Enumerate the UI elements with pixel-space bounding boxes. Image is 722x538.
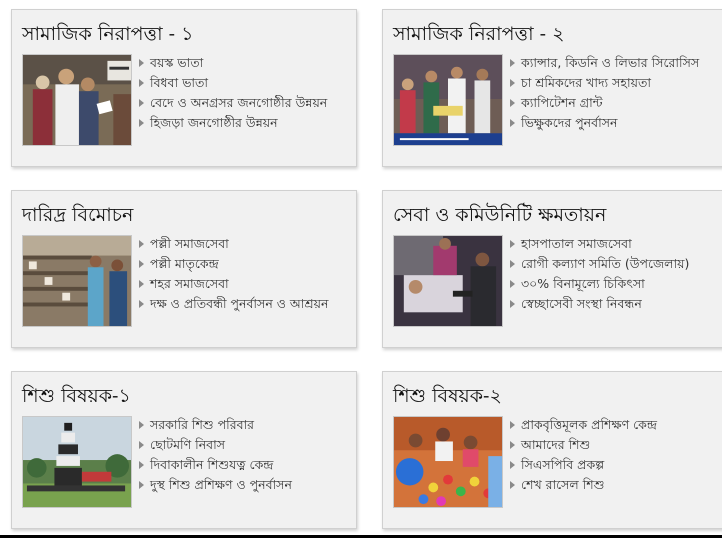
card-child-affairs-2: শিশু বিষয়ক-২ প্রাকবৃত্তিমূলক প্রশিক্ষণ … [382,371,722,529]
arrow-right-icon [139,260,144,268]
link-item[interactable]: প্রাকবৃত্তিমূলক প্রশিক্ষণ কেন্দ্র [509,415,657,435]
link-item[interactable]: সিএসপিবি প্রকল্প [509,455,657,475]
card-title[interactable]: শিশু বিষয়ক-২ [393,382,502,414]
arrow-right-icon [510,300,515,308]
link-item[interactable]: আমাদের শিশু [509,435,657,455]
arrow-right-icon [139,421,144,429]
card-social-security-2: সামাজিক নিরাপত্তা - ২ ক্যান্সার, কিডনি ও… [382,9,722,167]
arrow-right-icon [510,59,515,67]
link-item[interactable]: ভিক্ষুকদের পুনর্বাসন [509,113,699,133]
award-ceremony-photo[interactable] [393,54,503,146]
card-title[interactable]: শিশু বিষয়ক-১ [22,382,131,414]
arrow-right-icon [139,441,144,449]
arrow-right-icon [139,481,144,489]
arrow-right-icon [139,59,144,67]
link-item[interactable]: রোগী কল্যাণ সমিতি (উপজেলায়) [509,254,689,274]
arrow-right-icon [139,280,144,288]
link-item[interactable]: শহর সমাজসেবা [138,274,328,294]
link-item[interactable]: বেদে ও অনগ্রসর জনগোষ্ঠীর উন্নয়ন [138,93,327,113]
arrow-right-icon [510,441,515,449]
link-item[interactable]: চা শ্রমিকদের খাদ্য সহায়তা [509,73,699,93]
poultry-farm-photo[interactable] [22,235,132,327]
link-item[interactable]: পল্লী সমাজসেবা [138,234,328,254]
arrow-right-icon [510,119,515,127]
link-item[interactable]: হাসপাতাল সমাজসেবা [509,234,689,254]
arrow-right-icon [510,461,515,469]
link-item[interactable]: দুস্থ শিশু প্রশিক্ষণ ও পুনর্বাসন [138,475,292,495]
arrow-right-icon [510,260,515,268]
arrow-right-icon [139,240,144,248]
link-item[interactable]: সরকারি শিশু পরিবার [138,415,292,435]
arrow-right-icon [139,119,144,127]
card-title[interactable]: সামাজিক নিরাপত্তা - ১ [22,20,193,52]
children-ball-pit-photo[interactable] [393,416,503,508]
elderly-allowance-photo[interactable] [22,54,132,146]
link-item[interactable]: দিবাকালীন শিশুযত্ন কেন্দ্র [138,455,292,475]
link-list: হাসপাতাল সমাজসেবা রোগী কল্যাণ সমিতি (উপজ… [509,234,689,314]
link-list: সরকারি শিশু পরিবার ছোটমণি নিবাস দিবাকালী… [138,415,292,495]
card-child-affairs-1: শিশু বিষয়ক-১ সরকারি শিশু পরিবার ছোটমণি … [11,371,357,529]
link-item[interactable]: বিধবা ভাতা [138,73,327,93]
link-item[interactable]: ক্যান্সার, কিডনি ও লিভার সিরোসিস [509,53,699,73]
children-human-pyramid-photo[interactable] [22,416,132,508]
arrow-right-icon [510,421,515,429]
link-list: পল্লী সমাজসেবা পল্লী মাতৃকেন্দ্র শহর সমা… [138,234,328,314]
arrow-right-icon [510,481,515,489]
arrow-right-icon [139,461,144,469]
arrow-right-icon [510,99,515,107]
card-title[interactable]: সেবা ও কমিউনিটি ক্ষমতায়ন [393,201,606,233]
link-item[interactable]: বয়স্ক ভাতা [138,53,327,73]
card-social-security-1: সামাজিক নিরাপত্তা - ১ বয়স্ক ভাতা বিধবা … [11,9,357,167]
card-title[interactable]: দারিদ্র বিমোচন [22,201,133,233]
hospital-patient-photo[interactable] [393,235,503,327]
arrow-right-icon [139,99,144,107]
link-item[interactable]: হিজড়া জনগোষ্ঠীর উন্নয়ন [138,113,327,133]
link-item[interactable]: ছোটমণি নিবাস [138,435,292,455]
card-title[interactable]: সামাজিক নিরাপত্তা - ২ [393,20,564,52]
link-list: প্রাকবৃত্তিমূলক প্রশিক্ষণ কেন্দ্র আমাদের… [509,415,657,495]
link-item[interactable]: শেখ রাসেল শিশু [509,475,657,495]
link-item[interactable]: ক্যাপিটেশন গ্রান্ট [509,93,699,113]
link-item[interactable]: পল্লী মাতৃকেন্দ্র [138,254,328,274]
arrow-right-icon [510,79,515,87]
link-item[interactable]: ৩০% বিনামূল্যে চিকিৎসা [509,274,689,294]
card-poverty-alleviation: দারিদ্র বিমোচন পল্লী সমাজসেবা পল্লী মাতৃ… [11,190,357,348]
arrow-right-icon [139,79,144,87]
arrow-right-icon [510,280,515,288]
link-list: বয়স্ক ভাতা বিধবা ভাতা বেদে ও অনগ্রসর জন… [138,53,327,133]
link-item[interactable]: স্বেচ্ছাসেবী সংস্থা নিবন্ধন [509,294,689,314]
link-list: ক্যান্সার, কিডনি ও লিভার সিরোসিস চা শ্রম… [509,53,699,133]
card-community-empowerment: সেবা ও কমিউনিটি ক্ষমতায়ন হাসপাতাল সমাজস… [382,190,722,348]
arrow-right-icon [139,300,144,308]
arrow-right-icon [510,240,515,248]
link-item[interactable]: দক্ষ ও প্রতিবন্ধী পুনর্বাসন ও আশ্রয়ন [138,294,328,314]
